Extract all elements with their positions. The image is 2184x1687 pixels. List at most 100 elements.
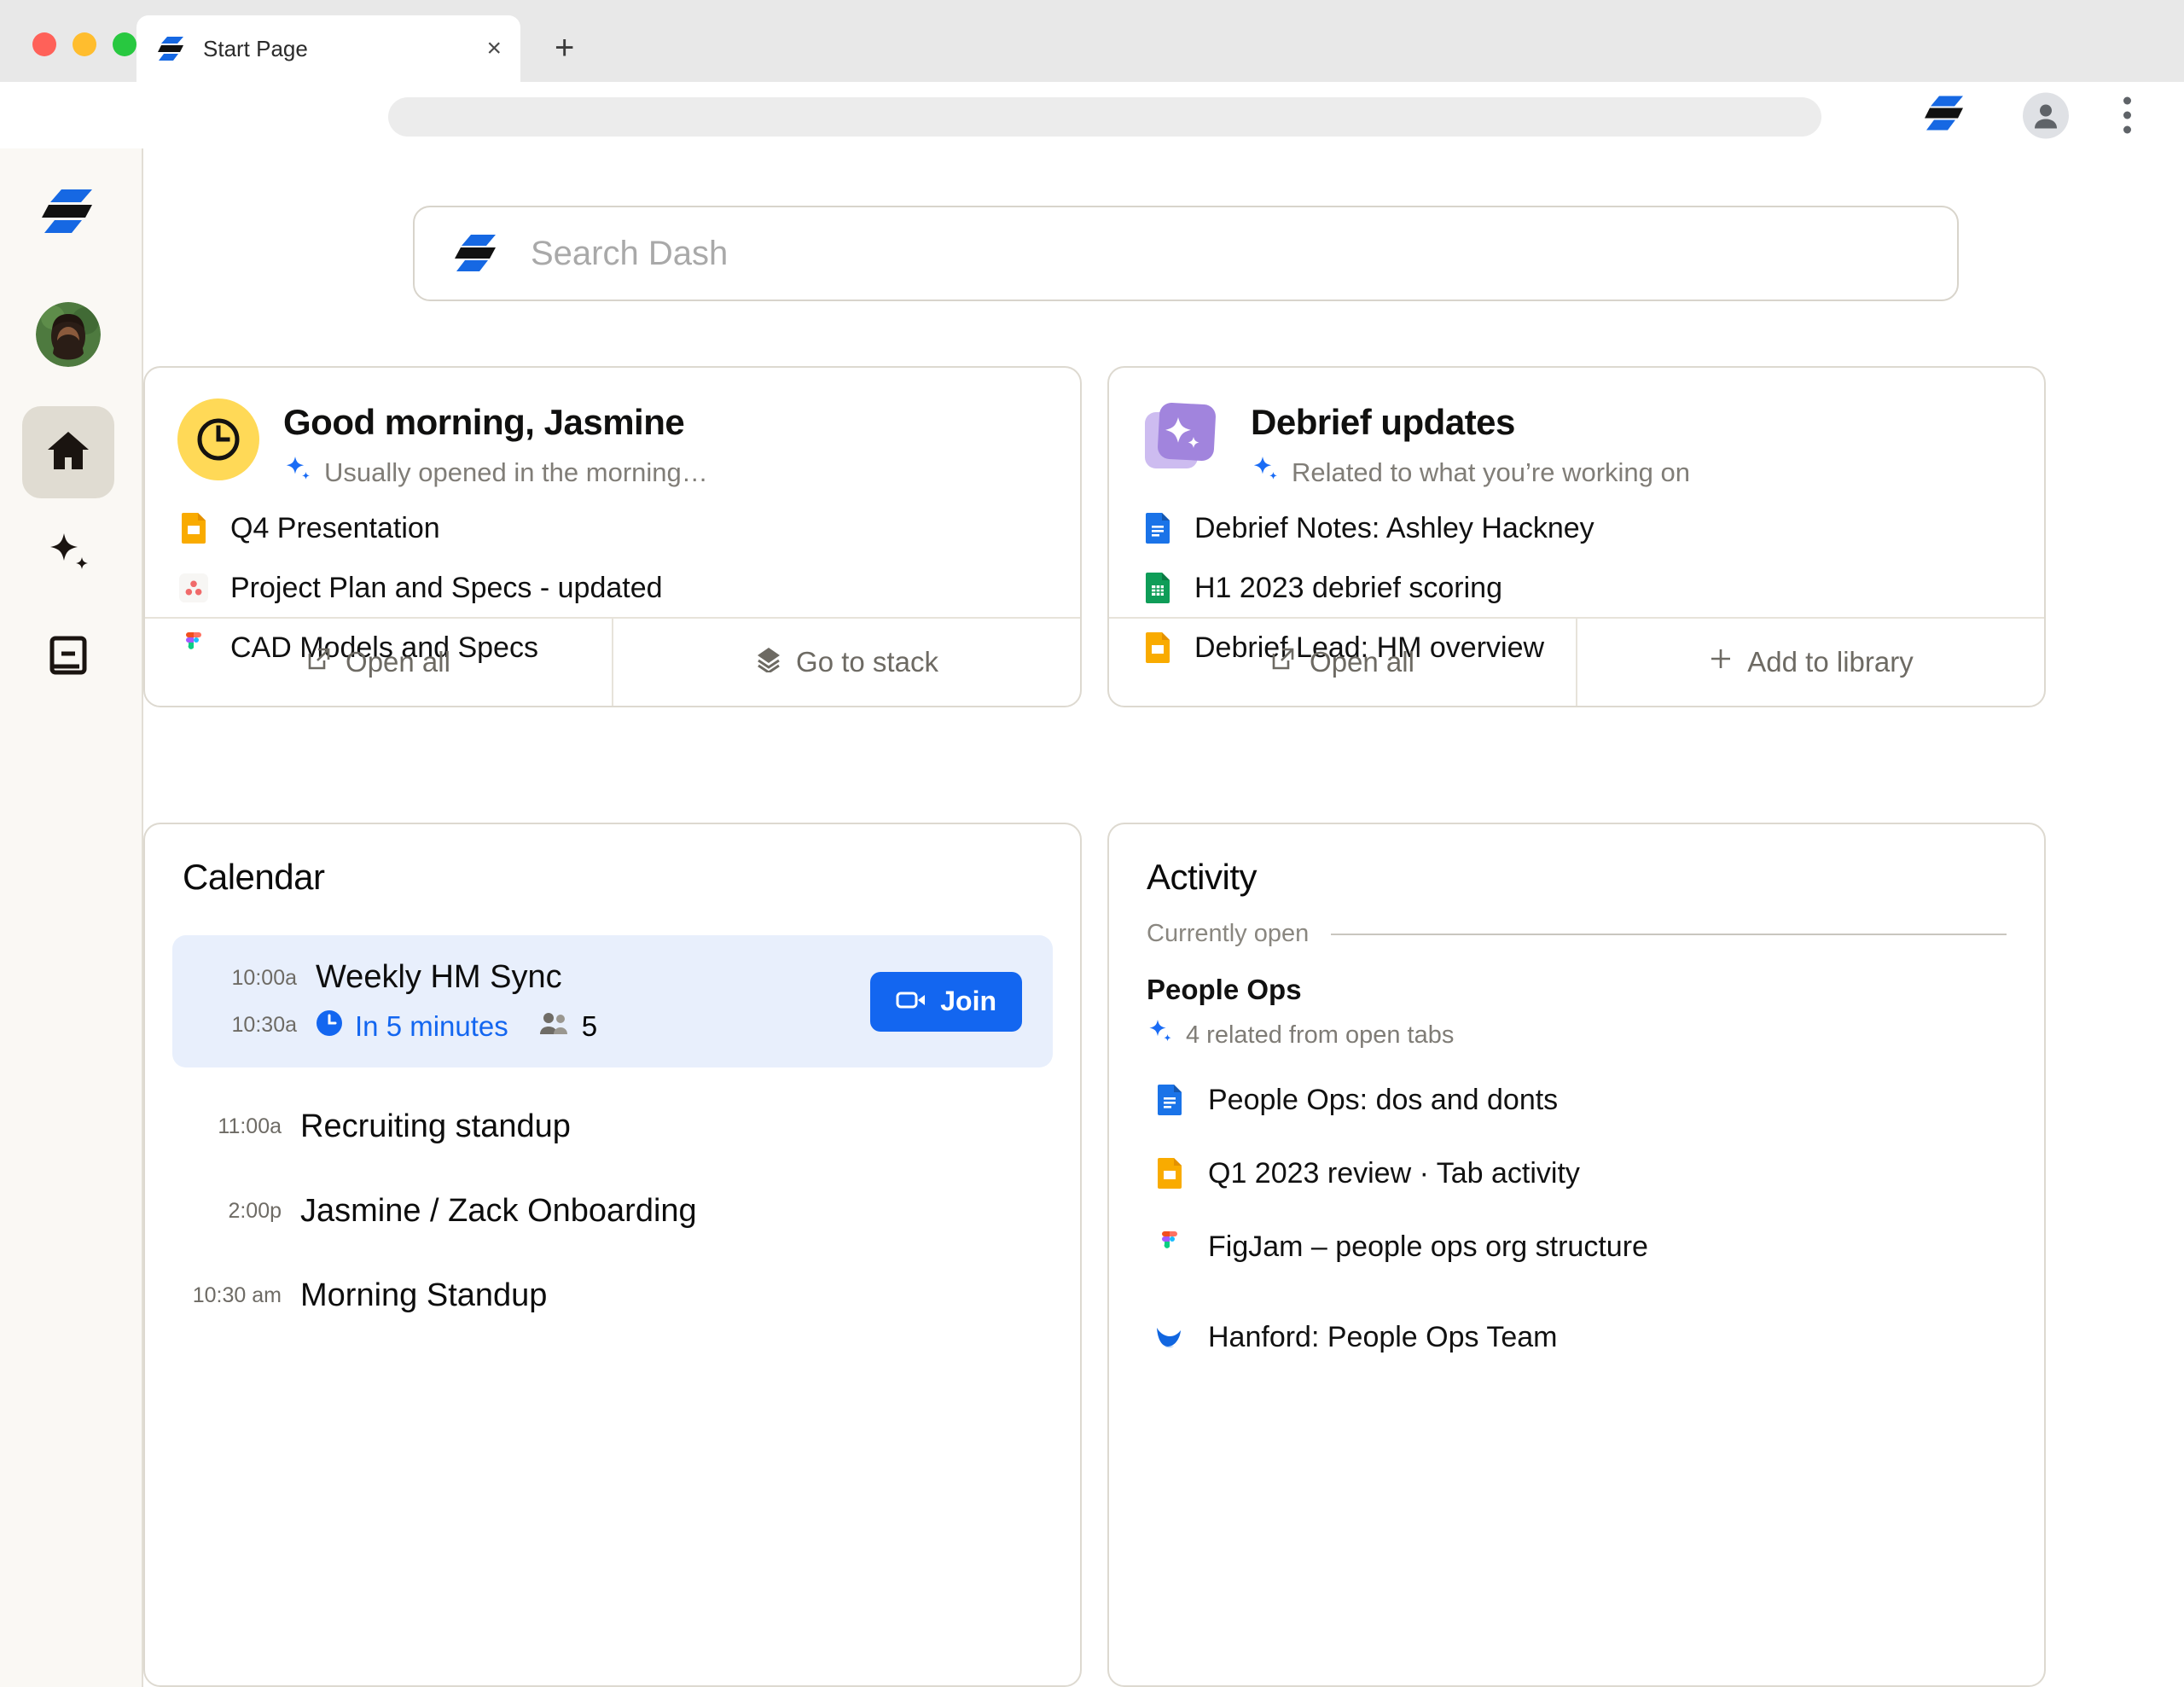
tab-title: Start Page bbox=[203, 36, 308, 62]
dash-extension-icon[interactable] bbox=[1924, 91, 1968, 140]
event-start-time: 10:30 am bbox=[172, 1283, 282, 1308]
activity-group-sub: 4 related from open tabs bbox=[1147, 1018, 2007, 1052]
plus-icon bbox=[1708, 646, 1734, 678]
browser-toolbar bbox=[0, 82, 2184, 148]
list-item[interactable]: Hanford: People Ops Team bbox=[1155, 1312, 2044, 1363]
list-item[interactable]: Q4 Presentation bbox=[145, 503, 1080, 554]
calendar-event-row[interactable]: 10:30 am Morning Standup bbox=[172, 1265, 1053, 1326]
list-item[interactable]: Project Plan and Specs - updated bbox=[145, 562, 1080, 614]
calendar-event-time: 11:00a bbox=[172, 1114, 300, 1139]
calendar-event-body: Jasmine / Zack Onboarding bbox=[300, 1193, 1053, 1230]
event-title: Recruiting standup bbox=[300, 1108, 1053, 1145]
calendar-event-time: 2:00p bbox=[172, 1199, 300, 1224]
sparkle-icon bbox=[1251, 455, 1280, 491]
maximize-window-button[interactable] bbox=[113, 32, 136, 56]
go-to-stack-button[interactable]: Go to stack bbox=[612, 619, 1080, 706]
card-debrief-updates: Debrief updates Related to what you’re w… bbox=[1107, 366, 2046, 707]
activity-group-name: People Ops bbox=[1147, 974, 2007, 1006]
sidebar-item-library[interactable] bbox=[22, 611, 114, 703]
external-link-icon bbox=[1270, 646, 1296, 678]
purple-stack-sparkle-icon bbox=[1141, 398, 1227, 488]
google-docs-icon bbox=[1143, 511, 1172, 545]
card-footer: Open all Go to stack bbox=[145, 617, 1080, 706]
calendar-event-row[interactable]: 2:00p Jasmine / Zack Onboarding bbox=[172, 1181, 1053, 1242]
close-icon[interactable]: × bbox=[486, 36, 502, 61]
card-calendar: Calendar 10:00a 10:30a Weekly HM Sync bbox=[143, 823, 1082, 1687]
page-title: Calendar bbox=[145, 824, 1080, 898]
event-start-time: 11:00a bbox=[172, 1114, 282, 1139]
toolbar-actions bbox=[1924, 91, 2131, 140]
list-item-label: Q4 Presentation bbox=[230, 512, 440, 545]
calendar-event-row[interactable]: 10:00a 10:30a Weekly HM Sync bbox=[172, 935, 1053, 1067]
sidebar-item-ai[interactable] bbox=[22, 509, 114, 601]
card-activity: Activity Currently open People Ops 4 rel… bbox=[1107, 823, 2046, 1687]
calendar-event-time: 10:30 am bbox=[172, 1283, 300, 1308]
event-title: Jasmine / Zack Onboarding bbox=[300, 1193, 1053, 1230]
activity-item-list: People Ops: dos and donts Q1 2023 review… bbox=[1109, 1074, 2044, 1363]
list-item[interactable]: FigJam – people ops org structure bbox=[1155, 1221, 2044, 1272]
new-tab-button[interactable]: + bbox=[555, 32, 574, 63]
card-subtitle: Usually opened in the morning… bbox=[283, 455, 708, 491]
calendar-event-body: Weekly HM Sync In 5 minutes bbox=[316, 959, 870, 1044]
event-meta: In 5 minutes 5 bbox=[316, 1009, 870, 1044]
card-header: Good morning, Jasmine Usually opened in … bbox=[145, 368, 1080, 491]
people-icon bbox=[539, 1010, 570, 1043]
calendar-event-row[interactable]: 11:00a Recruiting standup bbox=[172, 1097, 1053, 1157]
join-label: Join bbox=[940, 986, 996, 1017]
search-input[interactable] bbox=[531, 235, 1918, 273]
page-title: Activity bbox=[1109, 824, 2044, 898]
join-button[interactable]: Join bbox=[870, 972, 1022, 1032]
list-item[interactable]: Debrief Notes: Ashley Hackney bbox=[1109, 503, 2044, 554]
open-all-button[interactable]: Open all bbox=[145, 619, 612, 706]
open-all-label: Open all bbox=[346, 646, 450, 678]
event-when: In 5 minutes bbox=[355, 1010, 508, 1043]
browser-tab-start-page[interactable]: Start Page × bbox=[136, 15, 520, 82]
add-to-library-button[interactable]: Add to library bbox=[1576, 619, 2044, 706]
list-item[interactable]: H1 2023 debrief scoring bbox=[1109, 562, 2044, 614]
event-attendee-count: 5 bbox=[582, 1010, 597, 1043]
asana-icon bbox=[179, 571, 208, 605]
list-item-label: H1 2023 debrief scoring bbox=[1194, 572, 1502, 605]
sidebar-item-home[interactable] bbox=[22, 406, 114, 498]
card-header-text: Debrief updates Related to what you’re w… bbox=[1251, 398, 1690, 491]
clock-icon bbox=[316, 1009, 343, 1044]
card-subtitle-text: Usually opened in the morning… bbox=[324, 457, 708, 488]
page-content: Good morning, Jasmine Usually opened in … bbox=[143, 148, 2184, 1687]
open-all-label: Open all bbox=[1310, 646, 1414, 678]
divider-line bbox=[1331, 934, 2007, 935]
go-to-stack-label: Go to stack bbox=[796, 646, 938, 678]
close-window-button[interactable] bbox=[32, 32, 56, 56]
minimize-window-button[interactable] bbox=[73, 32, 96, 56]
google-sheets-icon bbox=[1143, 571, 1172, 605]
browser-menu-icon[interactable] bbox=[2123, 97, 2131, 134]
video-camera-icon bbox=[896, 986, 926, 1017]
activity-group-sub-text: 4 related from open tabs bbox=[1186, 1021, 1454, 1050]
list-item[interactable]: People Ops: dos and donts bbox=[1155, 1074, 2044, 1126]
card-title: Good morning, Jasmine bbox=[283, 402, 708, 443]
card-subtitle: Related to what you’re working on bbox=[1251, 455, 1690, 491]
dash-logo-icon bbox=[157, 34, 186, 63]
open-all-button[interactable]: Open all bbox=[1109, 619, 1576, 706]
event-title: Weekly HM Sync bbox=[316, 959, 870, 996]
app-sidebar bbox=[0, 148, 143, 1687]
calendar-event-list: 10:00a 10:30a Weekly HM Sync bbox=[145, 935, 1080, 1326]
card-header-text: Good morning, Jasmine Usually opened in … bbox=[283, 398, 708, 491]
home-icon bbox=[45, 428, 91, 478]
stack-icon bbox=[755, 645, 782, 679]
card-title: Debrief updates bbox=[1251, 402, 1690, 443]
search-bar[interactable] bbox=[413, 206, 1959, 301]
dash-logo-icon[interactable] bbox=[41, 183, 99, 241]
list-item-label: Project Plan and Specs - updated bbox=[230, 572, 663, 605]
list-item-label: Debrief Notes: Ashley Hackney bbox=[1194, 512, 1594, 545]
sparkle-icon bbox=[1147, 1018, 1174, 1052]
calendar-event-time: 10:00a 10:30a bbox=[188, 966, 316, 1038]
list-item[interactable]: Q1 2023 review · Tab activity bbox=[1155, 1148, 2044, 1199]
event-title: Morning Standup bbox=[300, 1277, 1053, 1314]
avatar[interactable] bbox=[36, 302, 101, 367]
address-bar[interactable] bbox=[388, 97, 1821, 137]
card-header: Debrief updates Related to what you’re w… bbox=[1109, 368, 2044, 491]
activity-divider-label: Currently open bbox=[1147, 920, 1309, 948]
window-traffic-lights bbox=[32, 32, 136, 56]
profile-avatar-icon[interactable] bbox=[2023, 92, 2069, 138]
card-footer: Open all Add to library bbox=[1109, 617, 2044, 706]
